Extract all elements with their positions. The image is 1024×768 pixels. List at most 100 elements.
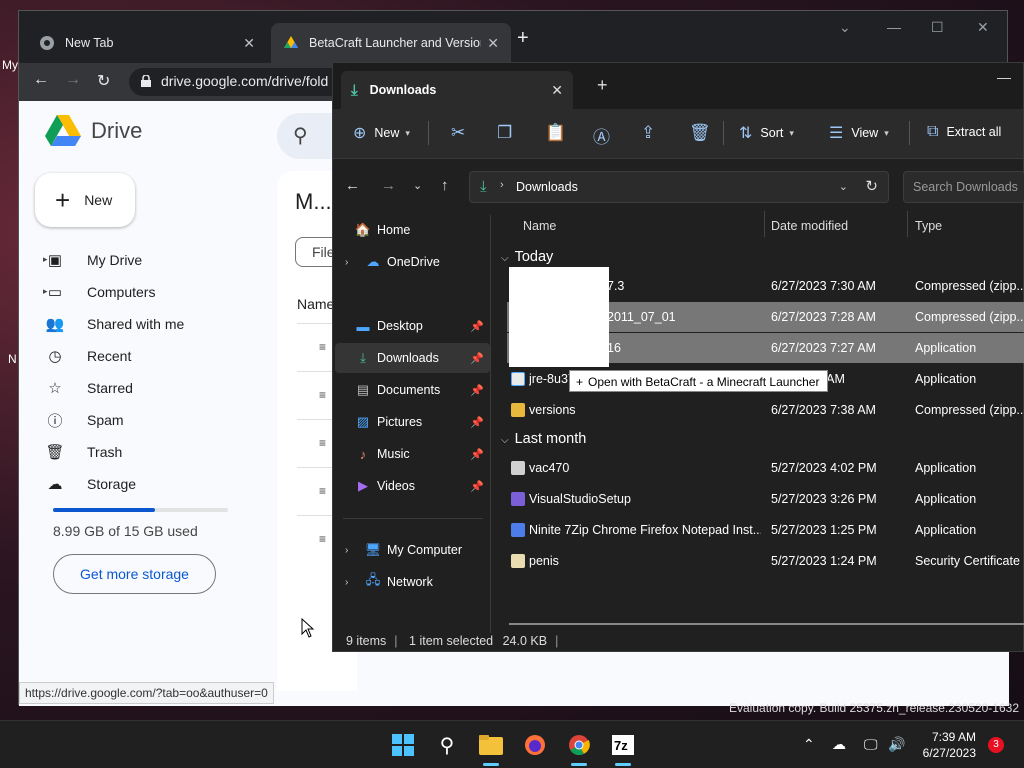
recent-locations-icon[interactable]: ⌄ bbox=[413, 179, 422, 192]
tab-close-icon[interactable]: ✕ bbox=[551, 82, 563, 99]
cloud-offline-icon[interactable]: ☁ bbox=[832, 736, 846, 753]
column-divider[interactable] bbox=[764, 211, 765, 237]
file-type: Security Certificate bbox=[915, 554, 1020, 568]
column-header-name[interactable]: Name bbox=[523, 219, 556, 243]
sort-icon: ⇅ bbox=[739, 125, 753, 142]
chevron-right-icon[interactable]: › bbox=[345, 257, 357, 268]
volume-icon[interactable]: 🔊 bbox=[888, 736, 905, 753]
tab-close-icon[interactable]: ✕ bbox=[243, 35, 255, 52]
nav-videos[interactable]: ▶ Videos 📌 bbox=[335, 471, 490, 501]
reload-icon[interactable]: ↻ bbox=[97, 71, 110, 91]
clock[interactable]: 7:39 AM 6/27/2023 bbox=[914, 729, 976, 761]
chevron-up-icon[interactable]: ⌃ bbox=[803, 736, 815, 753]
tab-new-tab[interactable]: New Tab ✕ bbox=[27, 23, 267, 63]
file-row[interactable]: penis 5/27/2023 1:24 PM Security Certifi… bbox=[507, 546, 1024, 576]
forward-icon[interactable]: → bbox=[65, 71, 81, 89]
forward-icon[interactable]: → bbox=[381, 177, 396, 194]
get-more-storage-button[interactable]: Get more storage bbox=[53, 554, 216, 594]
file-explorer-taskbar-icon[interactable] bbox=[477, 731, 505, 766]
nav-shared[interactable]: 👥 Shared with me bbox=[43, 310, 185, 338]
nav-pictures[interactable]: ▨ Pictures 📌 bbox=[335, 407, 490, 437]
shared-icon: 👥 bbox=[45, 316, 65, 333]
svg-text:7z: 7z bbox=[614, 738, 628, 753]
file-row[interactable]: vac470 5/27/2023 4:02 PM Application bbox=[507, 453, 1024, 483]
file-row[interactable]: Ninite 7Zip Chrome Firefox Notepad Inst.… bbox=[507, 515, 1024, 545]
pin-icon[interactable]: 📌 bbox=[470, 480, 484, 493]
address-bar[interactable]: ⤓ › Downloads ⌄ ↻ bbox=[469, 171, 889, 203]
back-icon[interactable]: ← bbox=[345, 177, 360, 194]
refresh-icon[interactable]: ↻ bbox=[865, 177, 878, 195]
nav-spam[interactable]: ⓘ Spam bbox=[43, 406, 123, 434]
chevron-right-icon[interactable]: › bbox=[345, 577, 357, 588]
divider bbox=[428, 121, 429, 145]
nav-my-computer[interactable]: › 🖥 My Computer bbox=[335, 535, 490, 565]
file-row[interactable]: versions 6/27/2023 7:38 AM Compressed (z… bbox=[507, 395, 1024, 425]
minimize-icon[interactable]: — bbox=[997, 69, 1011, 85]
column-header-type[interactable]: Type bbox=[915, 219, 942, 243]
nav-music[interactable]: ♪ Music 📌 bbox=[335, 439, 490, 469]
paste-icon[interactable]: 📋 bbox=[545, 123, 566, 143]
new-button[interactable]: + New bbox=[35, 173, 135, 227]
tab-close-icon[interactable]: ✕ bbox=[487, 35, 499, 52]
file-row[interactable]: VisualStudioSetup 5/27/2023 3:26 PM Appl… bbox=[507, 484, 1024, 514]
nav-onedrive[interactable]: › ☁ OneDrive bbox=[335, 247, 490, 277]
column-divider[interactable] bbox=[907, 211, 908, 237]
nav-storage[interactable]: ☁ Storage bbox=[43, 470, 137, 498]
start-button[interactable] bbox=[389, 731, 417, 759]
column-header-date[interactable]: Date modified bbox=[771, 219, 848, 243]
extract-all-button[interactable]: ⧉ Extract all bbox=[927, 123, 1001, 141]
nav-documents[interactable]: ▤ Documents 📌 bbox=[335, 375, 490, 405]
network-icon[interactable]: 🖵 bbox=[864, 736, 878, 753]
chevron-down-icon[interactable]: ⌄ bbox=[839, 180, 848, 193]
group-header-today[interactable]: ⌵ Today bbox=[501, 249, 553, 265]
pin-icon[interactable]: 📌 bbox=[470, 384, 484, 397]
clock-time: 7:39 AM bbox=[931, 730, 976, 744]
nav-starred[interactable]: ☆ Starred bbox=[43, 374, 133, 402]
share-icon[interactable]: ⇪ bbox=[641, 123, 655, 143]
sort-button[interactable]: ⇅ Sort ▾ bbox=[739, 123, 794, 143]
nav-computers[interactable]: ▭ Computers bbox=[43, 278, 156, 306]
desktop-icon-label[interactable]: N bbox=[8, 352, 17, 366]
chevron-down-icon[interactable]: ⌄ bbox=[839, 19, 851, 36]
explorer-tab-downloads[interactable]: ⤓ Downloads ✕ bbox=[341, 71, 573, 109]
name-column-header[interactable]: Name bbox=[297, 296, 334, 312]
pin-icon[interactable]: 📌 bbox=[470, 448, 484, 461]
new-tab-button[interactable]: + bbox=[597, 75, 608, 96]
pin-icon[interactable]: 📌 bbox=[470, 416, 484, 429]
nav-trash[interactable]: 🗑 Trash bbox=[43, 438, 122, 466]
close-icon[interactable]: ✕ bbox=[977, 19, 989, 36]
delete-icon[interactable]: 🗑 bbox=[689, 123, 711, 143]
drive-logo[interactable]: Drive bbox=[45, 115, 142, 147]
nav-network[interactable]: › 🖧 Network bbox=[335, 567, 490, 597]
maximize-icon[interactable]: ☐ bbox=[931, 19, 944, 36]
chevron-right-icon[interactable]: › bbox=[345, 545, 357, 556]
nav-my-drive[interactable]: ▣ My Drive bbox=[43, 246, 142, 274]
tab-betacraft[interactable]: BetaCraft Launcher and Versions ✕ bbox=[271, 23, 511, 63]
minimize-icon[interactable]: — bbox=[887, 19, 901, 35]
group-header-last-month[interactable]: ⌵ Last month bbox=[501, 431, 586, 447]
new-button[interactable]: ⊕ New ▾ bbox=[353, 123, 410, 143]
horizontal-scrollbar[interactable] bbox=[509, 623, 1024, 625]
up-icon[interactable]: ↑ bbox=[441, 177, 449, 194]
cut-icon[interactable]: ✂ bbox=[451, 123, 465, 143]
rename-icon[interactable]: Ⓐ bbox=[593, 123, 610, 148]
nav-downloads[interactable]: ⤓ Downloads 📌 bbox=[335, 343, 490, 373]
nav-desktop[interactable]: ▬ Desktop 📌 bbox=[335, 311, 490, 341]
nav-recent[interactable]: ◷ Recent bbox=[43, 342, 131, 370]
new-tab-button[interactable]: + bbox=[517, 27, 529, 50]
desktop-icon-label[interactable]: My bbox=[2, 58, 18, 72]
search-input[interactable]: Search Downloads bbox=[903, 171, 1024, 203]
chrome-taskbar-icon[interactable] bbox=[565, 731, 593, 766]
notification-badge[interactable]: 3 bbox=[988, 737, 1004, 753]
nav-home[interactable]: 🏠 Home bbox=[335, 215, 490, 245]
search-icon[interactable]: ⚲ bbox=[433, 731, 461, 759]
storage-text: 8.99 GB of 15 GB used bbox=[53, 523, 198, 539]
group-label: Today bbox=[514, 249, 554, 265]
copy-icon[interactable]: ❐ bbox=[497, 123, 512, 143]
firefox-taskbar-icon[interactable] bbox=[521, 731, 549, 759]
back-icon[interactable]: ← bbox=[33, 71, 49, 89]
7zip-taskbar-icon[interactable]: 7z bbox=[609, 731, 637, 766]
pin-icon[interactable]: 📌 bbox=[470, 320, 484, 333]
view-button[interactable]: ☰ View ▾ bbox=[829, 123, 889, 143]
pin-icon[interactable]: 📌 bbox=[470, 352, 484, 365]
